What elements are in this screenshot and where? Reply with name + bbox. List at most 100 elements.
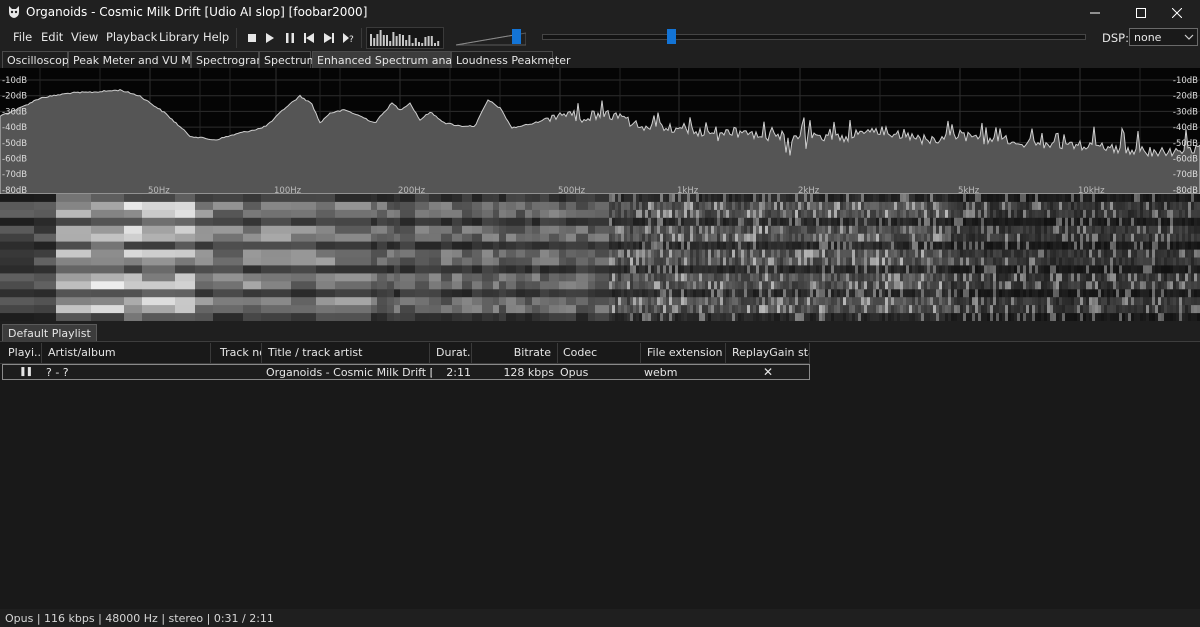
spectrogram-cell — [789, 249, 792, 258]
spectrogram-cell — [482, 209, 493, 219]
play-button[interactable] — [261, 29, 279, 47]
spectrogram-cell — [684, 233, 687, 243]
spectrogram-cell — [741, 281, 744, 290]
tab-enhanced-spectrum-analyzer[interactable]: Enhanced Spectrum analyzer — [312, 51, 479, 68]
spectrogram-cell — [936, 209, 939, 219]
spectrogram-cell — [783, 217, 786, 227]
spectrogram-cell — [1146, 305, 1149, 314]
column-header-bitrate[interactable]: Bitrate — [472, 343, 558, 363]
column-header-playing[interactable]: Playi... — [2, 343, 42, 363]
mini-spectrum-bar — [392, 32, 395, 46]
spectrogram-cell — [1149, 225, 1152, 235]
spectrogram-cell — [387, 297, 394, 306]
spectrogram-cell — [747, 257, 750, 266]
spectrogram-cell — [1101, 297, 1104, 306]
seek-bar[interactable] — [542, 34, 1086, 40]
column-header-track-no[interactable]: Track no — [211, 343, 262, 363]
spectrogram-cell — [867, 305, 870, 314]
spectrogram-cell — [1182, 281, 1185, 290]
spectrogram-cell — [499, 297, 506, 306]
spectrogram-cell — [744, 305, 747, 314]
next-button[interactable] — [320, 29, 338, 47]
column-header-file-extension[interactable]: File extension — [641, 343, 726, 363]
tab-loudness-peakmeter[interactable]: Loudness Peakmeter — [451, 51, 571, 68]
spectrogram-cell — [774, 305, 777, 314]
spectrogram-cell — [885, 305, 888, 314]
spectrogram-cell — [506, 209, 516, 219]
tab-spectrogram[interactable]: Spectrogram — [191, 51, 267, 68]
menu-library[interactable]: Library — [159, 30, 199, 44]
spectrogram-cell — [1149, 289, 1152, 298]
spectrogram-cell — [1194, 241, 1197, 250]
spectrogram-cell — [753, 241, 756, 250]
spectrogram-cell — [945, 265, 948, 274]
spectrogram-cell — [377, 241, 387, 250]
spectrogram-cell — [885, 281, 888, 290]
column-header-artist-album[interactable]: Artist/album — [42, 343, 211, 363]
spectrogram-cell — [1170, 225, 1173, 235]
spectrogram-cell — [1029, 281, 1032, 290]
spectrogram-cell — [891, 289, 894, 298]
spectrogram-cell — [1059, 241, 1062, 250]
previous-button[interactable] — [300, 29, 318, 47]
minimize-button[interactable] — [1072, 0, 1118, 25]
menu-help[interactable]: Help — [203, 30, 229, 44]
menu-edit[interactable]: Edit — [41, 30, 63, 44]
stop-button[interactable] — [243, 29, 261, 47]
spectrogram-cell — [930, 305, 933, 314]
spectrogram-cell — [855, 209, 858, 219]
spectrogram-cell — [91, 217, 124, 227]
spectrogram-cell — [960, 305, 963, 314]
column-header-title[interactable]: Title / track artist — [262, 343, 430, 363]
spectrogram-cell — [765, 257, 768, 266]
spectrogram-cell — [729, 273, 732, 282]
db-label-left: -40dB — [2, 123, 27, 133]
spectrogram-cell — [819, 209, 822, 219]
spectrogram-cell — [966, 217, 969, 227]
volume-slider-thumb[interactable] — [511, 29, 521, 44]
playlist-row[interactable]: ❚❚ ? - ? Organoids - Cosmic Milk Drift [… — [2, 364, 810, 380]
seek-bar-thumb[interactable] — [666, 29, 676, 44]
spectrogram-cell — [918, 305, 921, 314]
tab-peak-meter[interactable]: Peak Meter and VU Meter — [68, 51, 213, 68]
menu-playback[interactable]: Playback — [106, 30, 157, 44]
pause-button[interactable] — [281, 29, 299, 47]
spectrogram-cell — [1164, 281, 1167, 290]
menu-view[interactable]: View — [71, 30, 98, 44]
spectrogram-cell — [912, 289, 915, 298]
column-header-duration[interactable]: Durat... — [430, 343, 472, 363]
spectrogram-cell — [807, 305, 810, 314]
dsp-select[interactable]: none — [1129, 28, 1198, 46]
spectrogram-cell — [981, 241, 984, 250]
spectrogram-cell — [735, 217, 738, 227]
column-header-codec[interactable]: Codec — [557, 343, 641, 363]
spectrogram-cell — [540, 281, 549, 290]
spectrogram-cell — [1161, 265, 1164, 274]
spectrogram-cell — [987, 273, 990, 282]
spectrogram-cell — [885, 201, 888, 211]
spectrogram-cell — [861, 209, 864, 219]
random-button[interactable]: ? — [340, 29, 358, 47]
spectrogram-cell — [816, 305, 819, 314]
db-label-right: -30dB — [1173, 107, 1198, 117]
spectrogram-cell — [750, 289, 753, 298]
spectrogram-cell — [627, 225, 630, 235]
spectrogram-cell — [627, 273, 630, 282]
spectrogram-cell — [1086, 225, 1089, 235]
spectrogram-cell — [1194, 281, 1197, 290]
tab-default-playlist[interactable]: Default Playlist — [2, 324, 97, 341]
menu-file[interactable]: File — [13, 30, 32, 44]
spectrogram-cell — [1002, 297, 1005, 306]
spectrogram-cell — [1047, 281, 1050, 290]
spectrogram-cell — [1191, 289, 1194, 298]
spectrogram-cell — [747, 313, 750, 321]
spectrogram-cell — [142, 249, 175, 258]
tab-spectrum[interactable]: Spectrum — [259, 51, 317, 68]
close-button[interactable] — [1154, 0, 1200, 25]
spectrogram-cell — [1056, 249, 1059, 258]
tab-oscilloscope[interactable]: Oscilloscope — [2, 51, 76, 68]
column-header-replaygain[interactable]: ReplayGain sta... — [726, 343, 810, 363]
spectrogram-cell — [1098, 225, 1101, 235]
spectrogram-cell — [777, 297, 780, 306]
spectrogram-cell — [627, 265, 630, 274]
